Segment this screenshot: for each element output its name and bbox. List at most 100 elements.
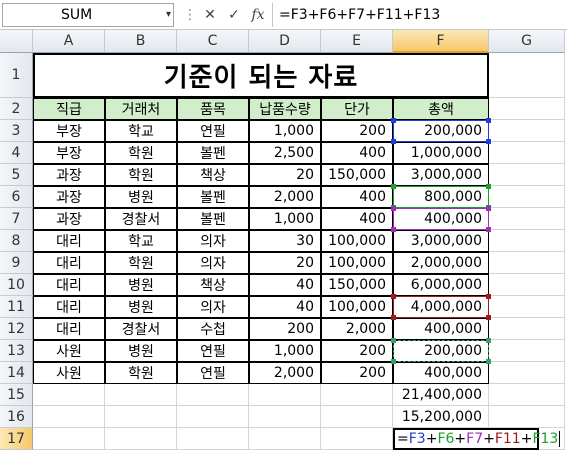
cancel-icon[interactable]: ✕ — [200, 6, 220, 24]
row-header-16[interactable]: 16 — [0, 406, 33, 428]
grid-cell[interactable] — [33, 406, 105, 428]
table-cell[interactable]: 200,000 — [393, 120, 489, 142]
table-header-cell[interactable]: 단가 — [321, 98, 393, 120]
table-cell[interactable]: 의자 — [177, 252, 249, 274]
table-cell[interactable]: 사원 — [33, 362, 105, 384]
row-header-9[interactable]: 9 — [0, 252, 33, 274]
column-header-f[interactable]: F — [393, 30, 489, 53]
table-cell[interactable]: 100,000 — [321, 296, 393, 318]
table-cell[interactable]: 400 — [321, 142, 393, 164]
table-cell[interactable]: 2,000,000 — [393, 252, 489, 274]
grid-cell[interactable] — [249, 384, 321, 406]
column-header-a[interactable]: A — [33, 30, 105, 53]
table-cell[interactable]: 과장 — [33, 208, 105, 230]
grid-cell[interactable] — [489, 230, 565, 252]
table-cell[interactable]: 20 — [249, 164, 321, 186]
sum-cell-f15[interactable]: 21,400,000 — [393, 384, 489, 406]
table-cell[interactable]: 1,000 — [249, 208, 321, 230]
ref-handle-icon[interactable] — [391, 294, 396, 299]
column-header-b[interactable]: B — [105, 30, 177, 53]
table-cell[interactable]: 사원 — [33, 340, 105, 362]
grid-cell[interactable] — [489, 406, 565, 428]
ref-handle-icon[interactable] — [486, 184, 491, 189]
grid-cell[interactable] — [177, 406, 249, 428]
ref-handle-icon[interactable] — [391, 139, 396, 144]
ref-handle-icon[interactable] — [486, 118, 491, 123]
grid-cell[interactable] — [489, 120, 565, 142]
grid-cell[interactable] — [249, 428, 321, 450]
grid-cell[interactable] — [489, 340, 565, 362]
table-cell[interactable]: 1,000,000 — [393, 142, 489, 164]
table-cell[interactable]: 볼펜 — [177, 186, 249, 208]
table-cell[interactable]: 20 — [249, 252, 321, 274]
table-cell[interactable]: 책상 — [177, 164, 249, 186]
table-cell[interactable]: 경찰서 — [105, 318, 177, 340]
row-header-1[interactable]: 1 — [0, 53, 33, 98]
table-cell[interactable]: 연필 — [177, 362, 249, 384]
table-cell[interactable]: 연필 — [177, 120, 249, 142]
table-cell[interactable]: 400 — [321, 208, 393, 230]
column-header-g[interactable]: G — [489, 30, 565, 53]
select-all-corner[interactable] — [0, 30, 33, 53]
row-header-15[interactable]: 15 — [0, 384, 33, 406]
grid-cell[interactable] — [177, 428, 249, 450]
grid-cell[interactable] — [33, 384, 105, 406]
grid-cell[interactable] — [321, 428, 393, 450]
table-cell[interactable]: 병원 — [105, 186, 177, 208]
ref-handle-icon[interactable] — [391, 118, 396, 123]
table-cell[interactable]: 학교 — [105, 120, 177, 142]
insert-function-icon[interactable]: fx — [248, 6, 268, 24]
table-cell[interactable]: 1,000 — [249, 120, 321, 142]
ref-handle-icon[interactable] — [391, 315, 396, 320]
table-cell[interactable]: 부장 — [33, 142, 105, 164]
row-header-14[interactable]: 14 — [0, 362, 33, 384]
table-cell[interactable]: 400 — [321, 186, 393, 208]
table-cell[interactable]: 2,000 — [249, 362, 321, 384]
table-cell[interactable]: 800,000 — [393, 186, 489, 208]
table-cell[interactable]: 의자 — [177, 230, 249, 252]
row-header-4[interactable]: 4 — [0, 142, 33, 164]
table-cell[interactable]: 책상 — [177, 274, 249, 296]
ref-handle-icon[interactable] — [486, 294, 491, 299]
table-cell[interactable]: 6,000,000 — [393, 274, 489, 296]
table-header-cell[interactable]: 직급 — [33, 98, 105, 120]
table-cell[interactable]: 대리 — [33, 296, 105, 318]
ref-handle-icon[interactable] — [486, 139, 491, 144]
resize-handle-icon[interactable]: ⋮ — [180, 6, 200, 24]
column-header-d[interactable]: D — [249, 30, 321, 53]
ref-handle-icon[interactable] — [391, 338, 396, 343]
grid-cell[interactable] — [105, 384, 177, 406]
column-header-e[interactable]: E — [321, 30, 393, 53]
table-cell[interactable]: 200 — [321, 120, 393, 142]
table-header-cell[interactable]: 납품수량 — [249, 98, 321, 120]
table-cell[interactable]: 2,500 — [249, 142, 321, 164]
table-cell[interactable]: 30 — [249, 230, 321, 252]
grid-cell[interactable] — [489, 53, 565, 98]
table-cell[interactable]: 병원 — [105, 340, 177, 362]
table-cell[interactable]: 200 — [249, 318, 321, 340]
table-cell[interactable]: 4,000,000 — [393, 296, 489, 318]
table-cell[interactable]: 대리 — [33, 274, 105, 296]
active-cell-f17[interactable]: =F3+F6+F7+F11+F13 — [393, 428, 561, 450]
table-cell[interactable]: 400,000 — [393, 362, 489, 384]
row-header-11[interactable]: 11 — [0, 296, 33, 318]
grid-cell[interactable] — [489, 318, 565, 340]
grid-cell[interactable] — [105, 428, 177, 450]
grid-cell[interactable] — [489, 296, 565, 318]
ref-handle-icon[interactable] — [391, 206, 396, 211]
table-cell[interactable]: 학원 — [105, 362, 177, 384]
ref-handle-icon[interactable] — [486, 359, 491, 364]
ref-handle-icon[interactable] — [486, 338, 491, 343]
table-cell[interactable]: 볼펜 — [177, 208, 249, 230]
grid-cell[interactable] — [321, 406, 393, 428]
table-cell[interactable]: 400,000 — [393, 318, 489, 340]
ref-handle-icon[interactable] — [391, 359, 396, 364]
table-cell[interactable]: 학교 — [105, 230, 177, 252]
ref-handle-icon[interactable] — [486, 315, 491, 320]
ref-handle-icon[interactable] — [391, 184, 396, 189]
row-header-8[interactable]: 8 — [0, 230, 33, 252]
table-header-cell[interactable]: 총액 — [393, 98, 489, 120]
sheet-title[interactable]: 기준이 되는 자료 — [33, 53, 489, 98]
table-cell[interactable]: 학원 — [105, 164, 177, 186]
table-cell[interactable]: 200 — [321, 362, 393, 384]
